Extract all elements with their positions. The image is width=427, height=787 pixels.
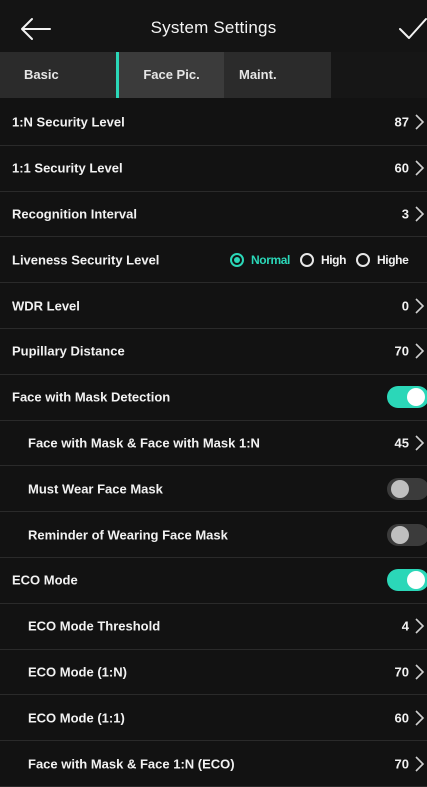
radio-selected-icon [230,252,244,267]
setting-wdr-level[interactable]: WDR Level 0 [0,283,427,329]
checkmark-icon[interactable] [397,14,427,44]
setting-value: 4 [401,618,409,634]
toggle-knob [391,525,409,544]
setting-eco-mode-one-one[interactable]: ECO Mode (1:1) 60 [0,695,427,742]
radio-label: Highe [377,252,409,267]
chevron-right-icon [415,618,425,634]
eco-mode-toggle[interactable] [387,569,427,592]
mask-detection-toggle[interactable] [387,386,427,409]
tab-maint[interactable]: Maint. [239,52,277,98]
setting-eco-mode-threshold[interactable]: ECO Mode Threshold 4 [0,604,427,650]
chevron-right-icon [415,298,425,314]
setting-one-one-security-level[interactable]: 1:1 Security Level 60 [0,146,427,192]
settings-list: 1:N Security Level 87 1:1 Security Level… [0,100,427,787]
chevron-right-icon [415,206,425,222]
setting-label: Pupillary Distance [12,343,125,359]
top-bar: System Settings [0,0,427,58]
setting-label: Face with Mask & Face 1:N (ECO) [28,756,235,772]
setting-label: ECO Mode (1:N) [28,664,127,680]
setting-mask-threshold[interactable]: Face with Mask & Face with Mask 1:N 45 [0,421,427,467]
setting-label: Face with Mask Detection [12,389,171,405]
setting-label: Face with Mask & Face with Mask 1:N [28,435,260,451]
tab-basic[interactable]: Basic [24,52,59,98]
setting-label: 1:N Security Level [12,114,125,130]
setting-value: 45 [394,435,409,451]
setting-eco-mask-face[interactable]: Face with Mask & Face 1:N (ECO) 70 [0,741,427,787]
toggle-knob [391,479,409,498]
setting-value: 87 [394,114,409,130]
setting-label: Must Wear Face Mask [28,481,163,497]
chevron-right-icon [415,435,425,451]
chevron-right-icon [415,160,425,176]
radio-high[interactable]: High [299,252,347,267]
setting-label: WDR Level [12,298,80,314]
must-wear-mask-toggle[interactable] [387,477,427,500]
setting-value: 0 [401,298,409,314]
setting-must-wear-face-mask: Must Wear Face Mask [0,466,427,513]
setting-value: 70 [394,756,409,772]
chevron-right-icon [415,114,425,130]
radio-normal[interactable]: Normal [230,252,290,267]
chevron-right-icon [415,343,425,359]
setting-label: ECO Mode [12,572,78,588]
radio-label: Normal [251,252,290,267]
setting-face-with-mask-detection: Face with Mask Detection [0,375,427,421]
setting-label: 1:1 Security Level [12,160,123,176]
setting-label: Reminder of Wearing Face Mask [28,527,228,543]
radio-unselected-icon [356,252,371,267]
setting-label: ECO Mode Threshold [28,618,161,634]
setting-mask-reminder: Reminder of Wearing Face Mask [0,512,427,558]
page-title: System Settings [150,18,277,37]
setting-label: Liveness Security Level [12,252,160,268]
setting-recognition-interval[interactable]: Recognition Interval 3 [0,192,427,238]
setting-eco-mode-one-n[interactable]: ECO Mode (1:N) 70 [0,650,427,696]
setting-label: ECO Mode (1:1) [28,710,125,726]
setting-value: 60 [394,160,409,176]
setting-value: 70 [394,343,409,359]
mask-reminder-toggle[interactable] [387,523,427,546]
setting-value: 60 [394,710,409,726]
toggle-knob [407,388,425,407]
setting-eco-mode: ECO Mode [0,558,427,604]
chevron-right-icon [415,710,425,726]
chevron-right-icon [415,664,425,680]
setting-value: 3 [401,206,409,222]
setting-value: 70 [394,664,409,680]
setting-one-n-security-level[interactable]: 1:N Security Level 87 [0,100,427,146]
radio-unselected-icon [299,252,314,267]
radio-label: High [320,252,347,267]
setting-label: Recognition Interval [12,206,137,222]
liveness-radio-group: Normal High Highe [230,252,418,267]
tab-face-pic[interactable]: Face Pic. [116,52,224,98]
tab-bar-filler [331,52,427,98]
setting-liveness-security-level: Liveness Security Level Normal High High… [0,237,427,284]
chevron-right-icon [415,755,425,772]
setting-pupillary-distance[interactable]: Pupillary Distance 70 [0,329,427,375]
toggle-knob [407,571,425,590]
radio-highest[interactable]: Highe [356,252,409,267]
